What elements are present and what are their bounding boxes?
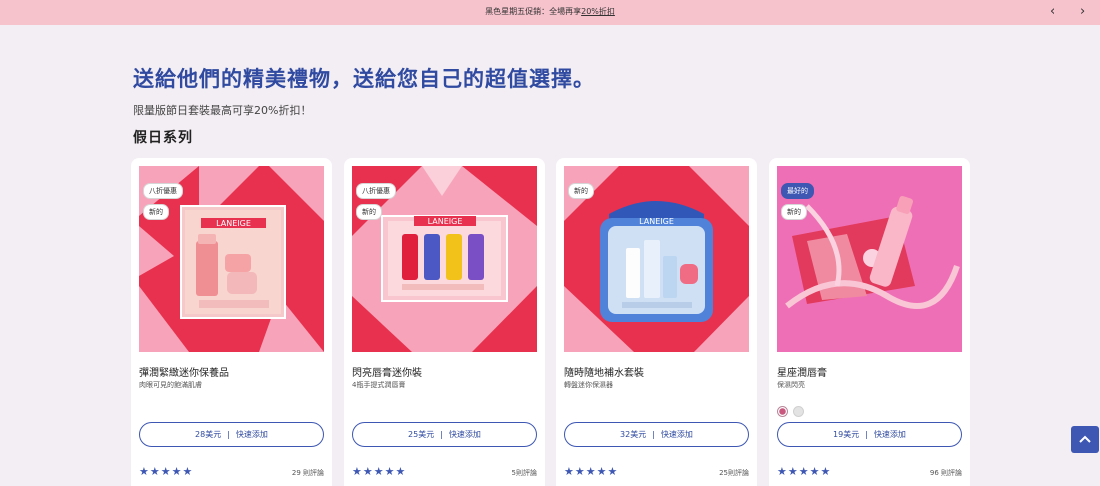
quick-add-label: 快速添加 bbox=[235, 430, 268, 439]
chevron-left-icon[interactable]: ‹ bbox=[1050, 3, 1055, 21]
product-card[interactable]: LANEIGE 新的 隨時隨地補水套裝 轉盤迷你保濕器 32美元 | 快速添加 ★★… bbox=[556, 158, 757, 486]
review-count[interactable]: 25則評論 bbox=[719, 468, 749, 478]
page-subheading: 限量版節日套裝最高可享20%折扣！ bbox=[133, 104, 312, 117]
product-card[interactable]: LANEIGE 八折優惠 新的 彈潤緊緻迷你保養品 肉眼可見的飽滿肌膚 28美元… bbox=[131, 158, 332, 486]
product-image[interactable]: LANEIGE 新的 bbox=[564, 166, 749, 352]
new-badge: 新的 bbox=[781, 204, 807, 220]
announcement-message: 黑色星期五促銷：全場再享 bbox=[485, 7, 582, 16]
product-image[interactable]: 最好的 新的 bbox=[777, 166, 962, 352]
quick-add-button[interactable]: 32美元 | 快速添加 bbox=[564, 422, 749, 447]
quick-add-button[interactable]: 19美元 | 快速添加 bbox=[777, 422, 962, 447]
star-rating: ★★★★★ bbox=[352, 465, 407, 478]
star-rating: ★★★★★ bbox=[777, 465, 832, 478]
product-name[interactable]: 閃亮唇膏迷你裝 bbox=[352, 364, 422, 379]
price: 19美元 bbox=[833, 430, 860, 439]
quick-add-button[interactable]: 28美元 | 快速添加 bbox=[139, 422, 324, 447]
price: 32美元 bbox=[620, 430, 647, 439]
star-rating: ★★★★★ bbox=[139, 465, 194, 478]
product-name[interactable]: 彈潤緊緻迷你保養品 bbox=[139, 364, 229, 379]
product-image[interactable]: LANEIGE 八折優惠 新的 bbox=[139, 166, 324, 352]
color-swatches bbox=[777, 402, 809, 421]
discount-badge: 八折優惠 bbox=[143, 183, 183, 199]
quick-add-label: 快速添加 bbox=[660, 430, 693, 439]
discount-badge: 八折優惠 bbox=[356, 183, 396, 199]
chevron-right-icon[interactable]: › bbox=[1080, 3, 1085, 21]
page-headline: 送給他們的精美禮物，送給您自己的超值選擇。 bbox=[133, 67, 595, 91]
brand-logo: LANEIGE bbox=[428, 217, 463, 226]
announcement-text: 黑色星期五促銷：全場再享20%折扣 bbox=[0, 6, 1100, 17]
brand-logo: LANEIGE bbox=[216, 219, 251, 228]
arrow-up-icon bbox=[1079, 435, 1091, 443]
product-image[interactable]: LANEIGE 八折優惠 新的 bbox=[352, 166, 537, 352]
product-description: 4瓶手提式潤唇膏 bbox=[352, 381, 406, 389]
star-rating: ★★★★★ bbox=[564, 465, 619, 478]
bestseller-badge: 最好的 bbox=[781, 183, 814, 199]
back-to-top-button[interactable] bbox=[1071, 426, 1099, 453]
price: 28美元 bbox=[195, 430, 222, 439]
product-description: 肉眼可見的飽滿肌膚 bbox=[139, 381, 202, 389]
product-description: 轉盤迷你保濕器 bbox=[564, 381, 613, 389]
product-card[interactable]: LANEIGE 八折優惠 新的 閃亮唇膏迷你裝 4瓶手提式潤唇膏 25美元 | 快速… bbox=[344, 158, 545, 486]
review-count[interactable]: 29 則評論 bbox=[292, 468, 324, 478]
product-name[interactable]: 隨時隨地補水套裝 bbox=[564, 364, 644, 379]
announcement-bar: 黑色星期五促銷：全場再享20%折扣 ‹ › bbox=[0, 0, 1100, 25]
price: 25美元 bbox=[408, 430, 435, 439]
new-badge: 新的 bbox=[356, 204, 382, 220]
product-description: 保濕閃亮 bbox=[777, 381, 805, 389]
brand-logo: LANEIGE bbox=[639, 217, 674, 226]
product-name[interactable]: 星座潤唇膏 bbox=[777, 364, 827, 379]
quick-add-button[interactable]: 25美元 | 快速添加 bbox=[352, 422, 537, 447]
review-count[interactable]: 96 則評論 bbox=[930, 468, 962, 478]
section-title: 假日系列 bbox=[133, 130, 193, 146]
product-card[interactable]: 最好的 新的 星座潤唇膏 保濕閃亮 19美元 | 快速添加 ★★★★★ 96 則評論 bbox=[769, 158, 970, 486]
new-badge: 新的 bbox=[568, 183, 594, 199]
new-badge: 新的 bbox=[143, 204, 169, 220]
swatch-pink[interactable] bbox=[777, 406, 788, 417]
announcement-link[interactable]: 20%折扣 bbox=[581, 7, 615, 16]
swatch-clear[interactable] bbox=[793, 406, 804, 417]
review-count[interactable]: 5則評論 bbox=[512, 468, 537, 478]
quick-add-label: 快速添加 bbox=[448, 430, 481, 439]
quick-add-label: 快速添加 bbox=[873, 430, 906, 439]
